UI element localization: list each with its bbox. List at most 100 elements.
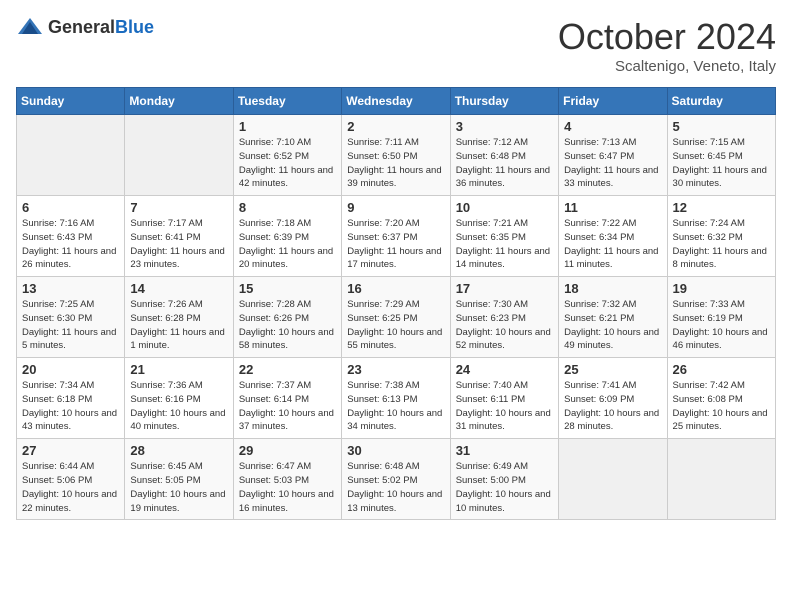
day-info: Sunrise: 7:37 AMSunset: 6:14 PMDaylight:…	[239, 379, 336, 434]
day-info: Sunrise: 7:42 AMSunset: 6:08 PMDaylight:…	[673, 379, 770, 434]
day-number: 6	[22, 200, 119, 215]
day-info: Sunrise: 6:45 AMSunset: 5:05 PMDaylight:…	[130, 460, 227, 515]
calendar-cell: 27 Sunrise: 6:44 AMSunset: 5:06 PMDaylig…	[17, 439, 125, 520]
calendar-cell: 5 Sunrise: 7:15 AMSunset: 6:45 PMDayligh…	[667, 115, 775, 196]
calendar-cell	[559, 439, 667, 520]
calendar-cell: 8 Sunrise: 7:18 AMSunset: 6:39 PMDayligh…	[233, 196, 341, 277]
day-number: 11	[564, 200, 661, 215]
day-info: Sunrise: 7:21 AMSunset: 6:35 PMDaylight:…	[456, 217, 553, 272]
calendar-cell: 13 Sunrise: 7:25 AMSunset: 6:30 PMDaylig…	[17, 277, 125, 358]
day-info: Sunrise: 6:48 AMSunset: 5:02 PMDaylight:…	[347, 460, 444, 515]
day-number: 9	[347, 200, 444, 215]
calendar-cell: 16 Sunrise: 7:29 AMSunset: 6:25 PMDaylig…	[342, 277, 450, 358]
day-info: Sunrise: 7:30 AMSunset: 6:23 PMDaylight:…	[456, 298, 553, 353]
day-info: Sunrise: 7:17 AMSunset: 6:41 PMDaylight:…	[130, 217, 227, 272]
day-info: Sunrise: 7:15 AMSunset: 6:45 PMDaylight:…	[673, 136, 770, 191]
day-number: 8	[239, 200, 336, 215]
day-number: 12	[673, 200, 770, 215]
day-number: 25	[564, 362, 661, 377]
calendar-cell: 15 Sunrise: 7:28 AMSunset: 6:26 PMDaylig…	[233, 277, 341, 358]
calendar-cell: 30 Sunrise: 6:48 AMSunset: 5:02 PMDaylig…	[342, 439, 450, 520]
day-number: 23	[347, 362, 444, 377]
calendar-cell: 19 Sunrise: 7:33 AMSunset: 6:19 PMDaylig…	[667, 277, 775, 358]
day-number: 28	[130, 443, 227, 458]
day-info: Sunrise: 6:47 AMSunset: 5:03 PMDaylight:…	[239, 460, 336, 515]
day-number: 27	[22, 443, 119, 458]
weekday-header: Monday	[125, 88, 233, 115]
day-number: 4	[564, 119, 661, 134]
location-subtitle: Scaltenigo, Veneto, Italy	[558, 58, 776, 75]
weekday-header: Friday	[559, 88, 667, 115]
day-info: Sunrise: 7:24 AMSunset: 6:32 PMDaylight:…	[673, 217, 770, 272]
day-number: 19	[673, 281, 770, 296]
day-info: Sunrise: 7:13 AMSunset: 6:47 PMDaylight:…	[564, 136, 661, 191]
logo: GeneralBlue	[16, 16, 154, 38]
day-info: Sunrise: 7:29 AMSunset: 6:25 PMDaylight:…	[347, 298, 444, 353]
weekday-header: Sunday	[17, 88, 125, 115]
calendar-cell: 28 Sunrise: 6:45 AMSunset: 5:05 PMDaylig…	[125, 439, 233, 520]
weekday-header: Thursday	[450, 88, 558, 115]
calendar-cell: 10 Sunrise: 7:21 AMSunset: 6:35 PMDaylig…	[450, 196, 558, 277]
calendar-week-row: 6 Sunrise: 7:16 AMSunset: 6:43 PMDayligh…	[17, 196, 776, 277]
day-number: 3	[456, 119, 553, 134]
calendar-cell: 2 Sunrise: 7:11 AMSunset: 6:50 PMDayligh…	[342, 115, 450, 196]
page-header: GeneralBlue October 2024 Scaltenigo, Ven…	[16, 16, 776, 75]
day-number: 10	[456, 200, 553, 215]
day-number: 14	[130, 281, 227, 296]
calendar-cell: 25 Sunrise: 7:41 AMSunset: 6:09 PMDaylig…	[559, 358, 667, 439]
day-number: 1	[239, 119, 336, 134]
calendar-cell: 31 Sunrise: 6:49 AMSunset: 5:00 PMDaylig…	[450, 439, 558, 520]
calendar-cell: 4 Sunrise: 7:13 AMSunset: 6:47 PMDayligh…	[559, 115, 667, 196]
day-info: Sunrise: 7:25 AMSunset: 6:30 PMDaylight:…	[22, 298, 119, 353]
logo-icon	[16, 16, 44, 38]
calendar-cell: 6 Sunrise: 7:16 AMSunset: 6:43 PMDayligh…	[17, 196, 125, 277]
day-number: 26	[673, 362, 770, 377]
calendar-cell: 14 Sunrise: 7:26 AMSunset: 6:28 PMDaylig…	[125, 277, 233, 358]
day-number: 31	[456, 443, 553, 458]
day-info: Sunrise: 7:38 AMSunset: 6:13 PMDaylight:…	[347, 379, 444, 434]
calendar-week-row: 1 Sunrise: 7:10 AMSunset: 6:52 PMDayligh…	[17, 115, 776, 196]
day-number: 17	[456, 281, 553, 296]
day-number: 5	[673, 119, 770, 134]
day-info: Sunrise: 7:40 AMSunset: 6:11 PMDaylight:…	[456, 379, 553, 434]
calendar-cell: 21 Sunrise: 7:36 AMSunset: 6:16 PMDaylig…	[125, 358, 233, 439]
day-number: 18	[564, 281, 661, 296]
calendar-cell: 12 Sunrise: 7:24 AMSunset: 6:32 PMDaylig…	[667, 196, 775, 277]
calendar-cell	[667, 439, 775, 520]
day-number: 24	[456, 362, 553, 377]
day-number: 7	[130, 200, 227, 215]
day-info: Sunrise: 7:41 AMSunset: 6:09 PMDaylight:…	[564, 379, 661, 434]
day-info: Sunrise: 7:32 AMSunset: 6:21 PMDaylight:…	[564, 298, 661, 353]
day-info: Sunrise: 7:36 AMSunset: 6:16 PMDaylight:…	[130, 379, 227, 434]
calendar-cell: 3 Sunrise: 7:12 AMSunset: 6:48 PMDayligh…	[450, 115, 558, 196]
day-number: 29	[239, 443, 336, 458]
day-info: Sunrise: 7:28 AMSunset: 6:26 PMDaylight:…	[239, 298, 336, 353]
calendar-cell: 18 Sunrise: 7:32 AMSunset: 6:21 PMDaylig…	[559, 277, 667, 358]
calendar-table: SundayMondayTuesdayWednesdayThursdayFrid…	[16, 87, 776, 520]
month-title: October 2024	[558, 16, 776, 58]
day-number: 15	[239, 281, 336, 296]
day-info: Sunrise: 7:26 AMSunset: 6:28 PMDaylight:…	[130, 298, 227, 353]
day-number: 13	[22, 281, 119, 296]
day-info: Sunrise: 7:12 AMSunset: 6:48 PMDaylight:…	[456, 136, 553, 191]
day-info: Sunrise: 7:11 AMSunset: 6:50 PMDaylight:…	[347, 136, 444, 191]
calendar-cell: 17 Sunrise: 7:30 AMSunset: 6:23 PMDaylig…	[450, 277, 558, 358]
weekday-header: Wednesday	[342, 88, 450, 115]
title-area: October 2024 Scaltenigo, Veneto, Italy	[558, 16, 776, 75]
day-info: Sunrise: 7:33 AMSunset: 6:19 PMDaylight:…	[673, 298, 770, 353]
day-number: 16	[347, 281, 444, 296]
calendar-cell	[17, 115, 125, 196]
calendar-cell: 29 Sunrise: 6:47 AMSunset: 5:03 PMDaylig…	[233, 439, 341, 520]
day-number: 21	[130, 362, 227, 377]
calendar-cell: 20 Sunrise: 7:34 AMSunset: 6:18 PMDaylig…	[17, 358, 125, 439]
day-info: Sunrise: 6:49 AMSunset: 5:00 PMDaylight:…	[456, 460, 553, 515]
calendar-cell: 23 Sunrise: 7:38 AMSunset: 6:13 PMDaylig…	[342, 358, 450, 439]
weekday-header: Tuesday	[233, 88, 341, 115]
calendar-cell: 24 Sunrise: 7:40 AMSunset: 6:11 PMDaylig…	[450, 358, 558, 439]
day-info: Sunrise: 7:10 AMSunset: 6:52 PMDaylight:…	[239, 136, 336, 191]
calendar-cell: 26 Sunrise: 7:42 AMSunset: 6:08 PMDaylig…	[667, 358, 775, 439]
calendar-cell: 9 Sunrise: 7:20 AMSunset: 6:37 PMDayligh…	[342, 196, 450, 277]
day-number: 2	[347, 119, 444, 134]
day-info: Sunrise: 7:34 AMSunset: 6:18 PMDaylight:…	[22, 379, 119, 434]
day-info: Sunrise: 7:16 AMSunset: 6:43 PMDaylight:…	[22, 217, 119, 272]
